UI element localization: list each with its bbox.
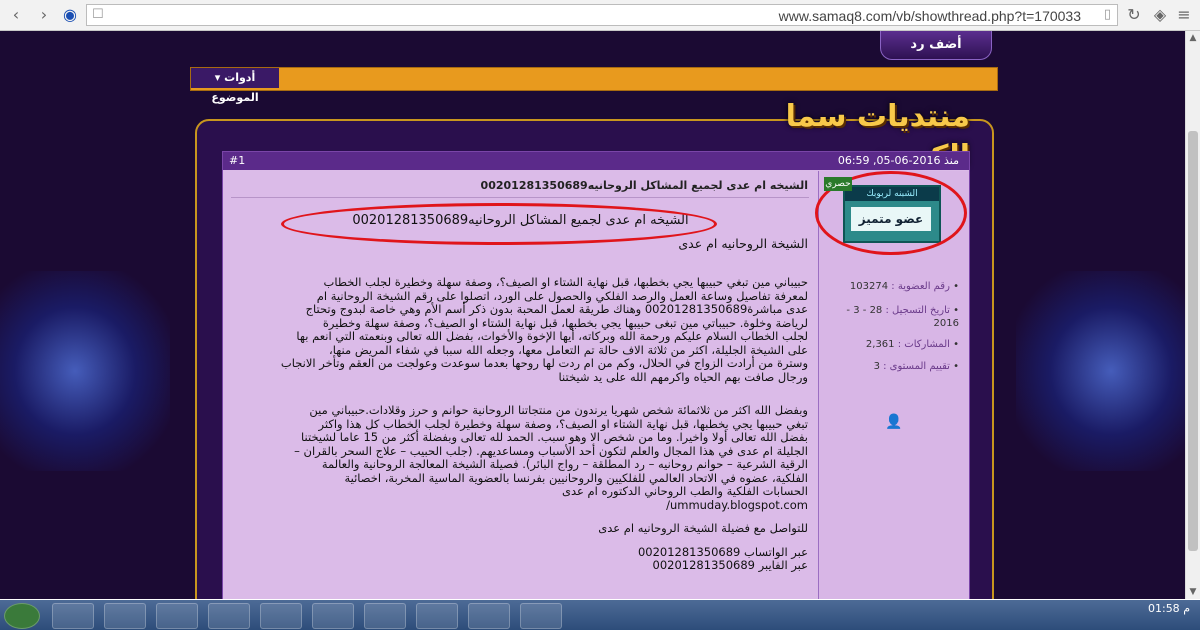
post-body-line: ummuday.blogspot.com/	[666, 497, 808, 512]
post-body-line: حبيباني مين تبغي حبيبها يجي بخطبها، قبل …	[323, 275, 808, 289]
level-rating: • تقييم المستوى : 3	[873, 361, 959, 372]
taskbar-app-chrome[interactable]	[416, 603, 458, 629]
back-icon[interactable]: ‹	[6, 5, 26, 25]
post-body-line: لمعرفة تفاصيل وساعة العمل والرصد الفلكي …	[316, 288, 808, 303]
site-logo[interactable]: منتديات سما الكويت	[700, 97, 970, 174]
post-date: منذ 2016-06-05, 06:59	[837, 154, 959, 167]
taskbar-app-paint[interactable]	[312, 603, 354, 629]
post-body-line: وسترة من أرادت الزواج في الحلال، وكم من …	[280, 356, 808, 370]
thread-tools-bar	[190, 67, 998, 91]
post-count-value: 2,361	[865, 339, 895, 350]
registration-label: تاريخ التسجيل :	[885, 305, 950, 316]
member-number: • رقم العضوية : 103274	[849, 281, 959, 292]
clock-ampm: م	[1183, 602, 1190, 615]
level-value: 3	[873, 361, 880, 372]
post-body-line: الرقية الشرعية – حوانم روحانيه – رد المط…	[321, 457, 808, 471]
system-clock[interactable]: م 01:58	[1148, 602, 1190, 615]
taskbar-app-excel[interactable]	[260, 603, 302, 629]
page-icon: ☐	[92, 7, 104, 22]
post-count-label: المشاركات :	[897, 339, 950, 350]
bookmark-icon[interactable]: ▯	[1104, 7, 1111, 22]
scroll-down-icon[interactable]: ▼	[1186, 585, 1200, 599]
post-body-line: تبغي حبيبها يجي بخطبها، قبل نهاية الشتاء…	[318, 416, 808, 431]
post-body-line: بفضل الله تعالى أولا واخيرا. وما من شخص …	[301, 430, 808, 444]
post-title: الشيخه ام عدى لجميع المشاكل الروحانيه002…	[481, 179, 808, 192]
browser-toolbar: ‹ › ◉ ☐ www.samaq8.com/vb/showthread.php…	[0, 0, 1200, 31]
taskbar-app-ie[interactable]	[52, 603, 94, 629]
taskbar-app-other[interactable]	[520, 603, 562, 629]
post-body-line: على الشيخة الجليلة، اكثر من ثلاثة الاف ح…	[329, 342, 808, 357]
scroll-up-icon[interactable]: ▲	[1186, 31, 1200, 45]
user-profile-icon[interactable]: 👤	[885, 414, 902, 430]
member-number-value: 103274	[849, 281, 889, 292]
post-body-line: عبر الفايبر 00201281350689	[652, 558, 808, 572]
taskbar-app-word[interactable]	[468, 603, 510, 629]
exclusive-badge: حصري	[824, 177, 852, 191]
member-number-label: رقم العضوية :	[891, 281, 950, 292]
address-bar[interactable]: ☐ www.samaq8.com/vb/showthread.php?t=170…	[86, 4, 1118, 26]
post-number-link[interactable]: #1	[229, 152, 245, 170]
post-body-line: عبر الواتساب 00201281350689	[637, 544, 808, 559]
scroll-thumb[interactable]	[1188, 131, 1198, 551]
windows-taskbar: م 01:58	[0, 600, 1200, 630]
thread-tools-button[interactable]: ▾ أدوات الموضوع	[191, 68, 279, 104]
post-body-line: عدى مباشرة00201281350689 وهناك طريقة لعم…	[305, 302, 808, 316]
highlight-ellipse-title	[281, 203, 717, 245]
forum-page: أضف رد ▾ أدوات الموضوع منتديات سما الكوي…	[0, 31, 1186, 599]
post-body-line: الحسابات الفلكية والطب الروحاني الدكتوره…	[561, 484, 808, 498]
post-body-line: لجلب الخطاب السلام عليكم ورحمة الله وبرك…	[296, 329, 808, 343]
taskbar-app-opera[interactable]	[364, 603, 406, 629]
post-container: منذ 2016-06-05, 06:59 #1 الشبنه لربوبك ع…	[222, 151, 970, 599]
taskbar-app-media[interactable]	[156, 603, 198, 629]
level-label: تقييم المستوى :	[883, 361, 950, 372]
taskbar-app-folder[interactable]	[208, 603, 250, 629]
forward-icon[interactable]: ›	[34, 5, 54, 25]
post-body-line: للتواصل مع فضيلة الشيخة الروحانيه ام عدى	[598, 521, 808, 535]
post-body-line: لرياضة وخلوة. حبيباتي مين تبغى حبيبها يج…	[322, 315, 808, 330]
menu-icon[interactable]: ≡	[1174, 5, 1194, 25]
reload-icon[interactable]: ↻	[1124, 5, 1144, 25]
post-body-line: وبفضل الله اكثر من ثلاثمائة شخص شهريا ير…	[309, 403, 808, 417]
url-text: www.samaq8.com/vb/showthread.php?t=17003…	[778, 8, 1081, 24]
taskbar-app-explorer[interactable]	[104, 603, 146, 629]
registration-date: • تاريخ التسجيل : 28 - 3 - 2016	[846, 305, 959, 329]
post-count: • المشاركات : 2,361	[865, 339, 959, 350]
left-decoration	[0, 271, 170, 471]
extension-icon[interactable]: ◈	[1150, 5, 1170, 25]
post-body-line: الفلكية، عضوه في الاتحاد العالمي للفلكيي…	[344, 470, 808, 485]
post-body-line: ورجال صافت بهم الحياه واكرمهم الله على ي…	[558, 369, 808, 384]
post-body-line: الشيخة الروحانيه ام عدى	[678, 236, 808, 251]
chevron-down-icon: ▾	[214, 71, 221, 84]
user-info-panel: الشبنه لربوبك عضو متميز • رقم العضوية : …	[815, 171, 969, 599]
browser-logo-icon[interactable]: ◉	[60, 5, 80, 25]
add-reply-button[interactable]: أضف رد	[880, 31, 992, 60]
clock-time: 01:58	[1147, 602, 1180, 615]
post-header: منذ 2016-06-05, 06:59 #1	[223, 152, 969, 170]
post-body-line: الجليلة ام عدى في هذا المجال والعلم لتكو…	[294, 443, 808, 458]
right-decoration	[1016, 271, 1186, 471]
post-title-text: الشيخه ام عدى لجميع المشاكل الروحانيه002…	[480, 179, 808, 192]
vertical-scrollbar[interactable]: ▲ ▼	[1185, 31, 1200, 599]
start-button[interactable]	[4, 603, 40, 629]
title-divider	[231, 197, 809, 198]
post-content: الشيخه ام عدى لجميع المشاكل الروحانيه002…	[223, 171, 852, 599]
